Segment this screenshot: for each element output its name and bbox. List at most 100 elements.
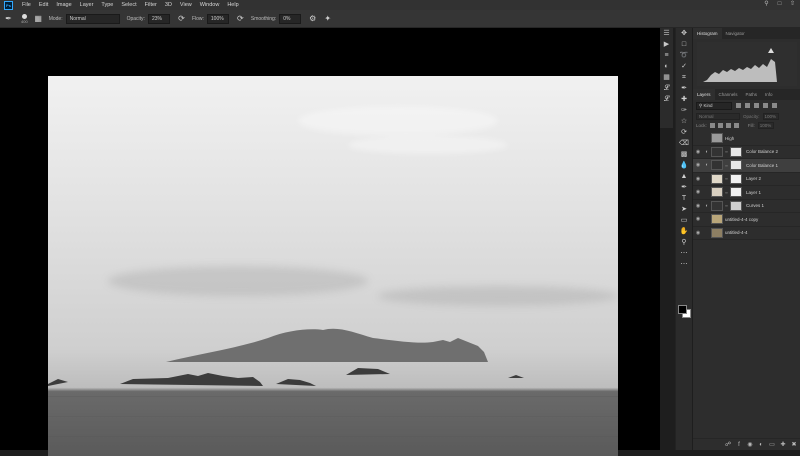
layer-row[interactable]: ◉ untitled-4-4 bbox=[693, 227, 800, 240]
path-selection-tool-icon[interactable]: ➤ bbox=[676, 204, 692, 215]
trash-icon[interactable]: ✖ bbox=[791, 442, 797, 448]
photoshop-logo[interactable]: Ps bbox=[4, 0, 13, 10]
gradient-tool-icon[interactable]: ▩ bbox=[676, 149, 692, 160]
visibility-eye-icon[interactable]: ◉ bbox=[693, 162, 703, 168]
edit-toolbar-icon[interactable]: ⋯ bbox=[676, 259, 692, 270]
menu-select[interactable]: Select bbox=[117, 2, 140, 8]
shape-tool-icon[interactable]: ▭ bbox=[676, 215, 692, 226]
eyedropper-tool-icon[interactable]: ✒ bbox=[676, 83, 692, 94]
menu-type[interactable]: Type bbox=[97, 2, 117, 8]
pixel-filter-icon[interactable] bbox=[736, 103, 741, 108]
layer-row[interactable]: ◉ ∞ Layer 1 bbox=[693, 186, 800, 200]
libraries-icon[interactable]: ▦ bbox=[660, 72, 673, 83]
move-tool-icon[interactable]: ✥ bbox=[676, 28, 692, 39]
lock-image-icon[interactable] bbox=[717, 123, 723, 128]
history-icon[interactable]: ☰ bbox=[660, 28, 673, 39]
menu-file[interactable]: File bbox=[18, 2, 35, 8]
new-layer-icon[interactable]: ✚ bbox=[780, 442, 786, 448]
quick-select-tool-icon[interactable]: ✓ bbox=[676, 61, 692, 72]
lasso-tool-icon[interactable]: ➰ bbox=[676, 50, 692, 61]
layer-row[interactable]: ◉ ◐ ∞ Color Balance 2 bbox=[693, 146, 800, 159]
layer-mask-thumbnail[interactable] bbox=[730, 146, 742, 157]
layer-row[interactable]: ◉ ◐ ∞ Curves 1 bbox=[693, 200, 800, 213]
search-icon[interactable]: ⚲ bbox=[763, 1, 770, 8]
tab-paths[interactable]: Paths bbox=[742, 89, 762, 100]
brush-settings-icon[interactable]: ▦ bbox=[34, 14, 43, 23]
menu-3d[interactable]: 3D bbox=[161, 2, 176, 8]
layer-thumbnail[interactable] bbox=[711, 187, 723, 198]
visibility-eye-icon[interactable]: ◉ bbox=[693, 203, 703, 209]
lock-transparent-icon[interactable] bbox=[709, 123, 715, 128]
play-icon[interactable]: ▶ bbox=[660, 39, 673, 50]
brush-preset-picker[interactable]: 400 bbox=[21, 13, 28, 24]
fill-input[interactable]: 100% bbox=[757, 122, 774, 129]
tab-info[interactable]: Info bbox=[761, 89, 777, 100]
shape-filter-icon[interactable] bbox=[763, 103, 768, 108]
visibility-eye-icon[interactable]: ◉ bbox=[693, 230, 703, 236]
menu-window[interactable]: Window bbox=[196, 2, 224, 8]
pen-tool-icon[interactable]: ✒ bbox=[676, 182, 692, 193]
layer-opacity-input[interactable]: 100% bbox=[762, 112, 779, 120]
properties-icon[interactable]: ≡ bbox=[660, 50, 673, 61]
visibility-eye-icon[interactable]: ◉ bbox=[693, 216, 703, 222]
layer-mask-thumbnail[interactable] bbox=[730, 173, 742, 184]
hand-tool-icon[interactable]: ✋ bbox=[676, 226, 692, 237]
menu-view[interactable]: View bbox=[176, 2, 196, 8]
lock-position-icon[interactable] bbox=[725, 123, 731, 128]
visibility-eye-icon[interactable]: ◉ bbox=[693, 189, 703, 195]
pressure-opacity-icon[interactable]: ⟳ bbox=[177, 14, 186, 23]
crop-tool-icon[interactable]: ⌗ bbox=[676, 72, 692, 83]
menu-filter[interactable]: Filter bbox=[141, 2, 161, 8]
menu-edit[interactable]: Edit bbox=[35, 2, 52, 8]
tab-layers[interactable]: Layers bbox=[693, 89, 715, 100]
visibility-eye-icon[interactable]: ◉ bbox=[693, 176, 703, 182]
symmetry-icon[interactable]: ✦ bbox=[323, 14, 332, 23]
more-tools-icon[interactable]: ⋯ bbox=[676, 248, 692, 259]
layer-mask-thumbnail[interactable] bbox=[730, 160, 742, 171]
layer-thumbnail[interactable] bbox=[711, 214, 723, 225]
paragraph-icon[interactable]: 𝓛 bbox=[660, 94, 673, 105]
layer-mask-thumbnail[interactable] bbox=[730, 200, 742, 211]
marquee-tool-icon[interactable]: □ bbox=[676, 39, 692, 50]
history-brush-tool-icon[interactable]: ⟳ bbox=[676, 127, 692, 138]
workspace-icon[interactable]: □ bbox=[776, 1, 783, 8]
blend-mode-select[interactable]: Normal bbox=[696, 112, 740, 120]
layer-row[interactable]: ◉ ◐ ∞ Color Balance 1 bbox=[693, 159, 800, 173]
smoothing-input[interactable]: 0% bbox=[279, 13, 302, 24]
brush-tool-icon[interactable]: ✒ bbox=[4, 14, 13, 23]
layer-thumbnail[interactable] bbox=[711, 173, 723, 184]
smart-object-filter-icon[interactable] bbox=[772, 103, 777, 108]
gear-icon[interactable]: ⚙ bbox=[308, 14, 317, 23]
opacity-input[interactable]: 23% bbox=[147, 13, 170, 24]
layer-row[interactable]: ◉ ∞ Layer 2 bbox=[693, 173, 800, 186]
document-canvas-area[interactable] bbox=[0, 28, 660, 456]
mask-icon[interactable]: ◉ bbox=[747, 442, 753, 448]
adjustments-icon[interactable]: ◐ bbox=[660, 61, 673, 72]
menu-help[interactable]: Help bbox=[223, 2, 242, 8]
layer-thumbnail[interactable] bbox=[711, 160, 723, 171]
tab-navigator[interactable]: Navigator bbox=[722, 28, 749, 39]
brush-tool-icon[interactable]: ✑ bbox=[676, 105, 692, 116]
fx-icon[interactable]: f bbox=[736, 442, 742, 448]
link-icon[interactable]: ☍ bbox=[725, 442, 731, 448]
healing-brush-tool-icon[interactable]: ✚ bbox=[676, 94, 692, 105]
type-tool-icon[interactable]: T bbox=[676, 193, 692, 204]
adjustment-icon[interactable]: ◐ bbox=[758, 442, 764, 448]
menu-layer[interactable]: Layer bbox=[76, 2, 98, 8]
blur-tool-icon[interactable]: 💧 bbox=[676, 160, 692, 171]
character-icon[interactable]: 𝓛 bbox=[660, 83, 673, 94]
visibility-eye-icon[interactable]: ◉ bbox=[693, 149, 703, 155]
layer-thumbnail[interactable] bbox=[711, 200, 723, 211]
mode-select[interactable]: Normal bbox=[65, 13, 120, 24]
dodge-tool-icon[interactable]: ▲ bbox=[676, 171, 692, 182]
foreground-color-swatch[interactable] bbox=[678, 305, 687, 314]
kind-filter-select[interactable]: ⚲ Kind bbox=[696, 101, 732, 110]
layer-row[interactable]: High bbox=[693, 132, 800, 146]
zoom-tool-icon[interactable]: ⚲ bbox=[676, 237, 692, 248]
adjustment-filter-icon[interactable] bbox=[745, 103, 750, 108]
layer-row[interactable]: ◉ untitled-4-4 copy bbox=[693, 213, 800, 227]
share-icon[interactable]: ⇧ bbox=[789, 1, 796, 8]
tab-channels[interactable]: Channels bbox=[715, 89, 742, 100]
group-icon[interactable]: ▭ bbox=[769, 442, 775, 448]
layer-thumbnail[interactable] bbox=[711, 227, 723, 238]
